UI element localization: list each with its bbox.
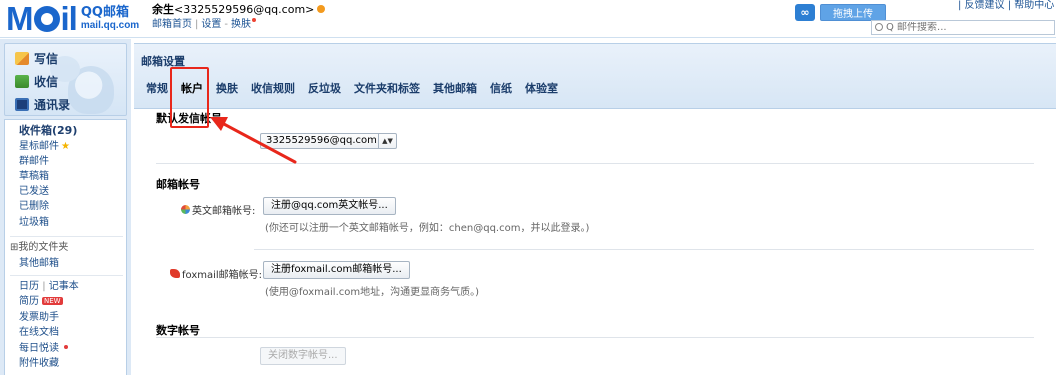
globe-icon <box>181 205 190 214</box>
invoice-assistant-link[interactable]: 发票助手 <box>19 312 59 324</box>
logo-en-text: mail.qq.com <box>80 20 140 31</box>
user-email[interactable]: <3325529596@qq.com> <box>174 3 314 16</box>
tab-antispam[interactable]: 反垃圾 <box>308 79 341 99</box>
foxmail-account-hint: (使用@foxmail.com地址，沟通更显商务气质。) <box>265 287 480 298</box>
register-foxmail-account-button[interactable]: 注册foxmail.com邮箱帐号... <box>263 261 410 279</box>
mailbox-account-title: 邮箱帐号 <box>156 178 200 191</box>
settings-content: 默认发信帐号 3325529596@qq.com ▲▼ 邮箱帐号 英文邮箱帐号:… <box>134 110 1056 375</box>
compose-button[interactable]: 写信 <box>15 49 58 67</box>
logo-mail-wordmark: Mil <box>6 0 78 37</box>
upload-area: ∞ 拖拽上传 <box>795 4 886 21</box>
left-sidebar: 写信 收信 通讯录 收件箱(29) 星标邮件 ★ 群邮件 草稿箱 已发送 已删除 … <box>0 39 131 375</box>
other-mailbox-link[interactable]: 其他邮箱 <box>19 258 59 270</box>
daily-read-link[interactable]: 每日悦读 <box>19 343 68 355</box>
divider <box>10 236 123 237</box>
folder-spam[interactable]: 垃圾箱 <box>19 217 49 229</box>
divider <box>254 249 1034 250</box>
unread-dot-icon <box>64 345 68 349</box>
default-sender-select[interactable]: 3325529596@qq.com ▲▼ <box>260 133 397 149</box>
drag-upload-button[interactable]: 拖拽上传 <box>820 4 886 21</box>
tab-rules[interactable]: 收信规则 <box>251 79 295 99</box>
mail-search-box[interactable] <box>871 20 1055 35</box>
address-book-icon <box>15 97 29 111</box>
folder-group-mail[interactable]: 群邮件 <box>19 156 49 168</box>
top-right-links[interactable]: | 反馈建议 | 帮助中心 | <box>958 0 1056 11</box>
folder-inbox[interactable]: 收件箱(29) <box>19 125 77 137</box>
cloud-icon[interactable]: ∞ <box>795 4 815 21</box>
divider <box>156 163 1034 164</box>
settings-tabs: 常规 帐户 换肤 收信规则 反垃圾 文件夹和标签 其他邮箱 信纸 体验室 <box>146 79 571 99</box>
settings-link[interactable]: 设置 <box>201 19 221 30</box>
folder-deleted[interactable]: 已删除 <box>19 201 49 213</box>
foxmail-account-label: foxmail邮箱帐号: <box>170 266 262 281</box>
search-icon <box>875 23 883 31</box>
mail-home-link[interactable]: 邮箱首页 <box>152 19 192 30</box>
settings-header: 邮箱设置 常规 帐户 换肤 收信规则 反垃圾 文件夹和标签 其他邮箱 信纸 体验… <box>134 43 1056 109</box>
skin-link[interactable]: 换肤 <box>231 19 251 30</box>
digital-account-title: 数字帐号 <box>156 324 200 337</box>
close-digital-account-button[interactable]: 关闭数字帐号... <box>260 347 346 365</box>
attachments-link[interactable]: 附件收藏 <box>19 358 59 370</box>
main-content: 邮箱设置 常规 帐户 换肤 收信规则 反垃圾 文件夹和标签 其他邮箱 信纸 体验… <box>134 39 1056 375</box>
calendar-link[interactable]: 日历 <box>19 281 39 292</box>
mail-search-input[interactable] <box>886 21 1046 34</box>
english-account-hint: (你还可以注册一个英文邮箱帐号，例如：chen@qq.com，并以此登录。) <box>265 223 590 234</box>
inbox-icon <box>15 74 29 88</box>
my-folders-toggle[interactable]: ⊞我的文件夹 <box>10 242 68 254</box>
folder-drafts[interactable]: 草稿箱 <box>19 171 49 183</box>
divider <box>10 275 123 276</box>
star-icon: ★ <box>61 141 70 152</box>
divider <box>156 337 1034 338</box>
mascot-decoration <box>50 56 114 114</box>
tab-other-mailbox[interactable]: 其他邮箱 <box>433 79 477 99</box>
calendar-notes-row: 日历 | 记事本 <box>19 281 79 292</box>
notification-icon[interactable] <box>317 5 326 13</box>
user-info: 余生<3325529596@qq.com> 邮箱首页 | 设置 - 换肤 <box>152 3 326 31</box>
foxmail-icon <box>170 269 180 278</box>
receive-button[interactable]: 收信 <box>15 72 58 90</box>
new-dot-icon <box>251 18 256 22</box>
select-arrow-icon: ▲▼ <box>378 134 396 148</box>
tab-skin[interactable]: 换肤 <box>216 79 238 99</box>
top-header: Mil QQ邮箱 mail.qq.com 余生<3325529596@qq.co… <box>0 0 1056 38</box>
folder-sent[interactable]: 已发送 <box>19 186 49 198</box>
register-english-account-button[interactable]: 注册@qq.com英文帐号... <box>263 197 396 215</box>
resume-link[interactable]: 简历 NEW <box>19 296 63 308</box>
new-badge: NEW <box>42 297 63 305</box>
tab-lab[interactable]: 体验室 <box>525 79 558 99</box>
folder-starred[interactable]: 星标邮件 ★ <box>19 141 70 153</box>
user-name: 余生 <box>152 3 174 16</box>
notes-link[interactable]: 记事本 <box>49 281 79 292</box>
folder-panel: 收件箱(29) 星标邮件 ★ 群邮件 草稿箱 已发送 已删除 垃圾箱 ⊞我的文件夹… <box>4 119 127 375</box>
tab-stationery[interactable]: 信纸 <box>490 79 512 99</box>
online-docs-link[interactable]: 在线文档 <box>19 327 59 339</box>
english-account-label: 英文邮箱帐号: <box>181 202 255 217</box>
highlight-box <box>170 67 209 128</box>
tab-folders-labels[interactable]: 文件夹和标签 <box>354 79 420 99</box>
pencil-icon <box>15 51 29 65</box>
contacts-button[interactable]: 通讯录 <box>15 95 70 113</box>
logo-cn-text: QQ邮箱 <box>80 5 129 20</box>
compose-panel: 写信 收信 通讯录 <box>4 43 127 116</box>
qq-mail-logo[interactable]: Mil QQ邮箱 mail.qq.com <box>6 2 139 36</box>
tab-general[interactable]: 常规 <box>146 79 168 99</box>
